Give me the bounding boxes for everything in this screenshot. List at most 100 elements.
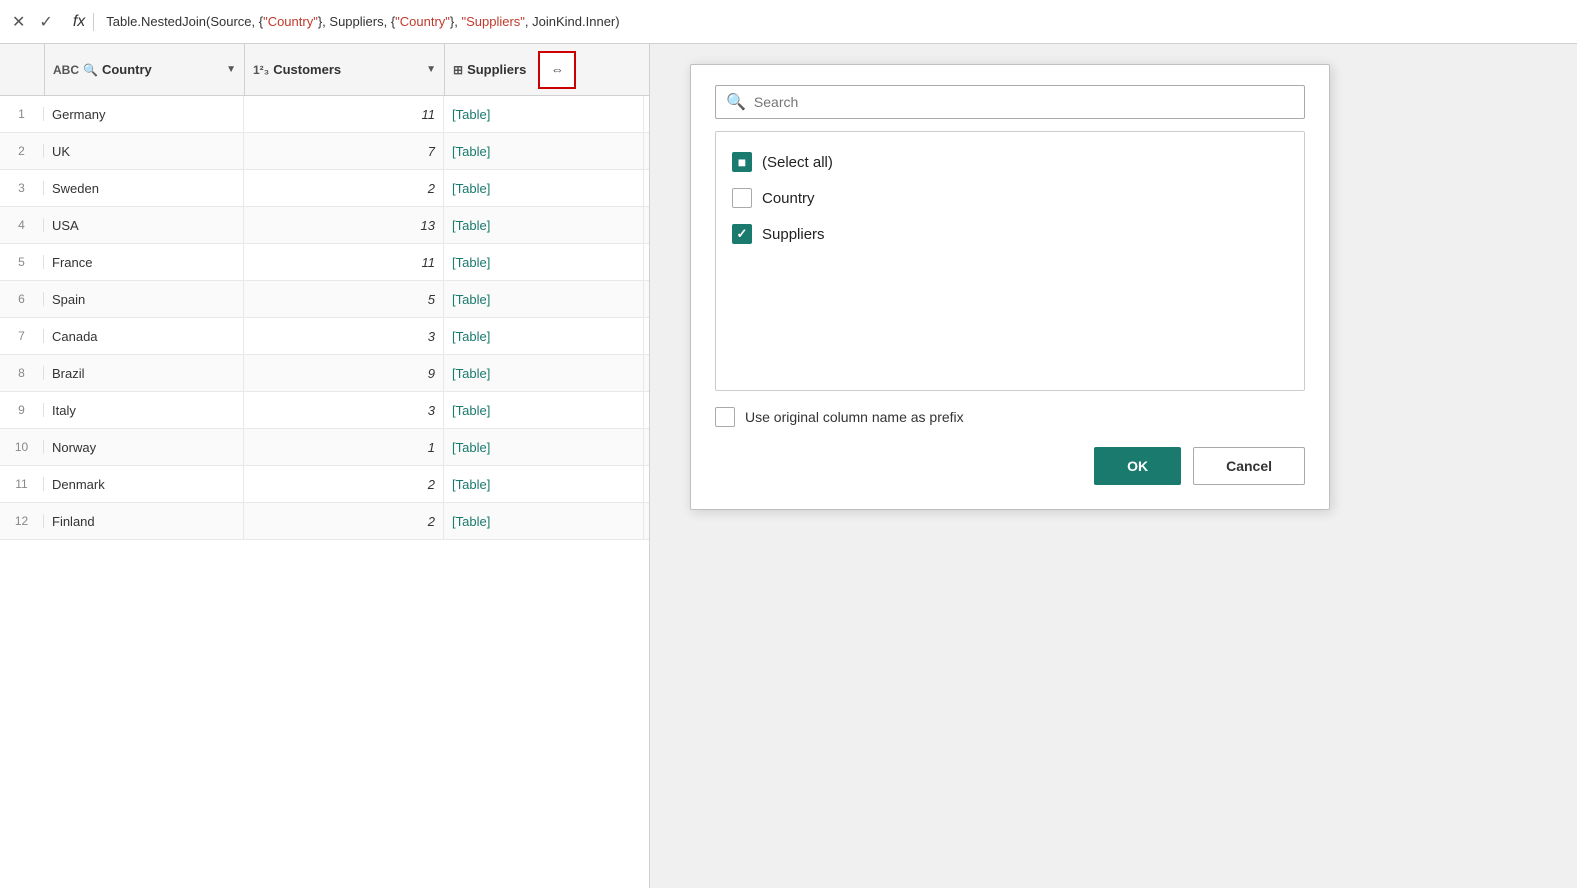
cell-customers: 2: [244, 170, 444, 206]
expand-button[interactable]: ⇔: [538, 51, 576, 89]
table-row: 11 Denmark 2 [Table]: [0, 466, 649, 503]
ok-button[interactable]: OK: [1094, 447, 1181, 485]
row-number: 7: [0, 329, 44, 343]
row-number: 4: [0, 218, 44, 232]
search-icon: 🔍: [726, 92, 746, 112]
table-row: 6 Spain 5 [Table]: [0, 281, 649, 318]
columns-list: ■ (Select all) Country ✓: [715, 131, 1305, 391]
fx-label: fx: [65, 13, 94, 31]
col-header-country-label: Country: [102, 62, 152, 77]
cell-customers: 5: [244, 281, 444, 317]
suppliers-column-label: Suppliers: [762, 226, 825, 243]
cell-suppliers[interactable]: [Table]: [444, 96, 644, 132]
col-header-country[interactable]: ABC 🔍 Country ▼: [44, 44, 244, 95]
table-type-icon: ⊞: [453, 63, 463, 77]
cell-suppliers[interactable]: [Table]: [444, 281, 644, 317]
cell-country: USA: [44, 207, 244, 243]
cell-country: Finland: [44, 503, 244, 539]
column-headers: ABC 🔍 Country ▼ 1²₃ Customers ▼ ⊞ Suppli…: [0, 44, 649, 96]
cancel-button[interactable]: Cancel: [1193, 447, 1305, 485]
customers-dropdown-icon[interactable]: ▼: [426, 64, 436, 75]
table-row: 7 Canada 3 [Table]: [0, 318, 649, 355]
col-header-customers-label: Customers: [273, 62, 341, 77]
suppliers-item[interactable]: ✓ Suppliers: [732, 216, 1288, 252]
cell-suppliers[interactable]: [Table]: [444, 429, 644, 465]
col-header-customers[interactable]: 1²₃ Customers ▼: [244, 44, 444, 95]
cell-customers: 11: [244, 96, 444, 132]
table-row: 4 USA 13 [Table]: [0, 207, 649, 244]
row-number: 3: [0, 181, 44, 195]
table-area: ABC 🔍 Country ▼ 1²₃ Customers ▼ ⊞ Suppli…: [0, 44, 650, 888]
suppliers-checkbox[interactable]: ✓: [732, 224, 752, 244]
col-header-suppliers-label: Suppliers: [467, 62, 526, 77]
right-panel: 🔍 ■ (Select all): [650, 44, 1577, 888]
table-row: 5 France 11 [Table]: [0, 244, 649, 281]
row-number: 12: [0, 514, 44, 528]
cell-customers: 3: [244, 318, 444, 354]
search-col-icon: 🔍: [83, 63, 98, 77]
cell-country: Denmark: [44, 466, 244, 502]
table-row: 8 Brazil 9 [Table]: [0, 355, 649, 392]
suppliers-checkmark: ✓: [737, 226, 748, 242]
cell-country: Italy: [44, 392, 244, 428]
cell-suppliers[interactable]: [Table]: [444, 392, 644, 428]
select-all-label: (Select all): [762, 154, 833, 171]
dialog-body: 🔍 ■ (Select all): [691, 65, 1329, 509]
cell-country: Norway: [44, 429, 244, 465]
table-row: 10 Norway 1 [Table]: [0, 429, 649, 466]
table-row: 12 Finland 2 [Table]: [0, 503, 649, 540]
search-input[interactable]: [754, 94, 1294, 110]
select-all-item[interactable]: ■ (Select all): [732, 144, 1288, 180]
expand-columns-dialog: 🔍 ■ (Select all): [690, 64, 1330, 510]
formula-bar-icons: ✕ ✓: [8, 10, 57, 34]
row-number: 5: [0, 255, 44, 269]
country-item[interactable]: Country: [732, 180, 1288, 216]
row-number: 8: [0, 366, 44, 380]
partial-checkmark: ■: [738, 155, 746, 169]
cell-suppliers[interactable]: [Table]: [444, 133, 644, 169]
col-header-suppliers[interactable]: ⊞ Suppliers ⇔: [444, 44, 644, 95]
close-icon[interactable]: ✕: [8, 10, 29, 34]
cell-country: Brazil: [44, 355, 244, 391]
cell-country: Sweden: [44, 170, 244, 206]
table-row: 3 Sweden 2 [Table]: [0, 170, 649, 207]
formula-bar: ✕ ✓ fx Table.NestedJoin(Source, {"Countr…: [0, 0, 1577, 44]
select-all-checkbox[interactable]: ■: [732, 152, 752, 172]
row-number: 9: [0, 403, 44, 417]
country-dropdown-icon[interactable]: ▼: [226, 64, 236, 75]
button-row: OK Cancel: [715, 447, 1305, 485]
expand-icon: ⇔: [551, 62, 564, 77]
cell-customers: 11: [244, 244, 444, 280]
cell-suppliers[interactable]: [Table]: [444, 466, 644, 502]
cell-country: Spain: [44, 281, 244, 317]
row-number: 1: [0, 107, 44, 121]
cell-suppliers[interactable]: [Table]: [444, 207, 644, 243]
cell-country: France: [44, 244, 244, 280]
row-number: 2: [0, 144, 44, 158]
number-type-icon: 1²₃: [253, 63, 269, 77]
table-row: 9 Italy 3 [Table]: [0, 392, 649, 429]
prefix-checkbox[interactable]: [715, 407, 735, 427]
check-icon[interactable]: ✓: [35, 10, 56, 34]
row-number: 11: [0, 477, 44, 491]
cell-country: Canada: [44, 318, 244, 354]
cell-customers: 7: [244, 133, 444, 169]
country-column-label: Country: [762, 190, 815, 207]
main-content: ABC 🔍 Country ▼ 1²₃ Customers ▼ ⊞ Suppli…: [0, 44, 1577, 888]
cell-customers: 1: [244, 429, 444, 465]
search-box[interactable]: 🔍: [715, 85, 1305, 119]
formula-text: Table.NestedJoin(Source, {"Country"}, Su…: [106, 14, 619, 29]
cell-suppliers[interactable]: [Table]: [444, 244, 644, 280]
cell-customers: 9: [244, 355, 444, 391]
cell-suppliers[interactable]: [Table]: [444, 318, 644, 354]
cell-suppliers[interactable]: [Table]: [444, 503, 644, 539]
cell-customers: 3: [244, 392, 444, 428]
cell-suppliers[interactable]: [Table]: [444, 355, 644, 391]
prefix-row[interactable]: Use original column name as prefix: [715, 407, 1305, 427]
cell-customers: 13: [244, 207, 444, 243]
cell-country: Germany: [44, 96, 244, 132]
cell-suppliers[interactable]: [Table]: [444, 170, 644, 206]
table-row: 1 Germany 11 [Table]: [0, 96, 649, 133]
country-checkbox[interactable]: [732, 188, 752, 208]
text-type-icon: ABC: [53, 63, 79, 77]
